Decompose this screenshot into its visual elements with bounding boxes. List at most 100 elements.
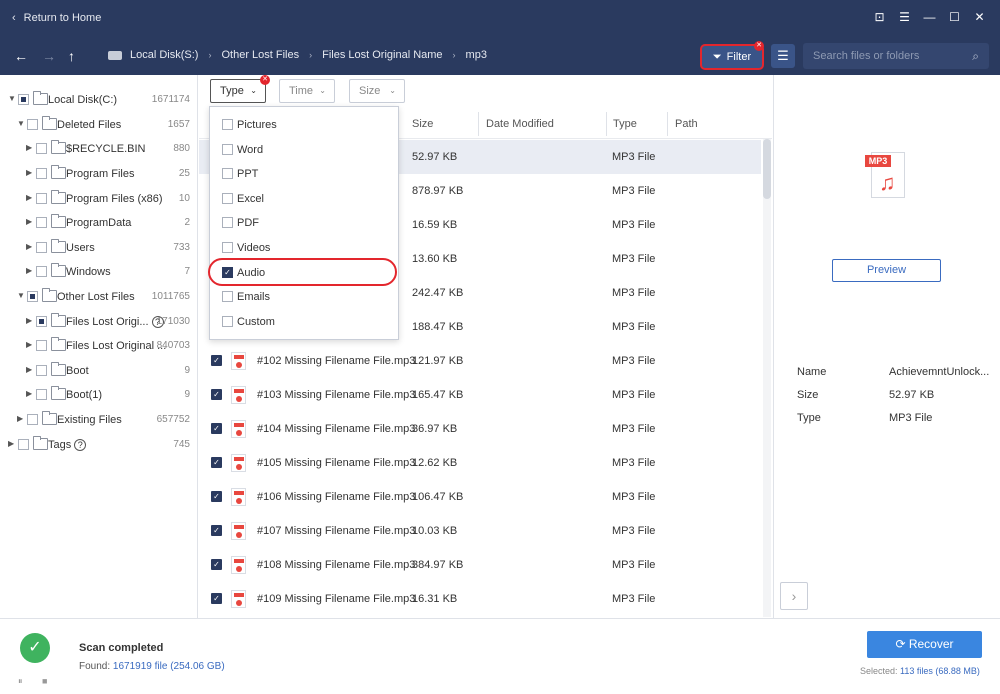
tree-checkbox[interactable] [36, 340, 47, 351]
feedback-icon[interactable]: ⊡ [867, 10, 892, 24]
tree-checkbox[interactable] [36, 217, 47, 228]
back-arrow-icon[interactable]: ← [14, 48, 28, 64]
type-option-emails[interactable]: Emails [210, 285, 398, 309]
expand-right-icon[interactable]: ▶ [17, 414, 23, 423]
tree-item[interactable]: ▶ Existing Files 657752 [0, 410, 198, 430]
tree-checkbox[interactable] [36, 242, 47, 253]
tree-item[interactable]: ▼ Other Lost Files 1011765 [0, 287, 198, 307]
expand-down-icon[interactable]: ▼ [17, 119, 25, 128]
type-option-pictures[interactable]: Pictures [210, 113, 398, 137]
expand-down-icon[interactable]: ▼ [8, 94, 16, 103]
row-checkbox[interactable]: ✓ [211, 559, 222, 570]
option-checkbox[interactable] [222, 291, 233, 303]
type-option-custom[interactable]: Custom [210, 310, 398, 334]
expand-right-icon[interactable]: ▶ [26, 365, 32, 374]
type-option-pdf[interactable]: PDF [210, 211, 398, 235]
table-row[interactable]: ✓ #107 Missing Filename File.mp3 10.03 KB M… [199, 514, 761, 548]
forward-arrow-icon[interactable]: → [42, 48, 56, 64]
option-checkbox[interactable] [222, 192, 233, 204]
tree-item[interactable]: ▶ Windows 7 [0, 262, 198, 282]
row-checkbox[interactable]: ✓ [211, 457, 222, 468]
help-icon[interactable]: ? [74, 439, 87, 451]
breadcrumb-item-mp3[interactable]: mp3 [466, 49, 487, 61]
filter-time-dropdown[interactable]: Time ⌄ [279, 79, 335, 103]
table-row[interactable]: ✓ #106 Missing Filename File.mp3 106.47 KB… [199, 480, 761, 514]
type-option-word[interactable]: Word [210, 138, 398, 162]
option-checkbox[interactable] [222, 242, 233, 253]
row-checkbox[interactable]: ✓ [211, 593, 222, 604]
tree-checkbox[interactable] [36, 168, 47, 179]
expand-right-icon[interactable]: ▶ [8, 439, 14, 448]
tree-item[interactable]: ▼ Deleted Files 1657 [0, 115, 198, 135]
tree-item[interactable]: ▶ Boot(1) 9 [0, 385, 198, 405]
option-checkbox[interactable] [222, 315, 233, 327]
table-row[interactable]: ✓ #102 Missing Filename File.mp3 121.97 KB… [199, 344, 761, 378]
scrollbar[interactable] [763, 139, 771, 617]
filter-clear-icon[interactable]: ✕ [754, 41, 764, 51]
tree-checkbox[interactable] [18, 439, 29, 450]
column-path[interactable]: Path [675, 118, 698, 130]
tree-item[interactable]: ▶ ProgramData 2 [0, 213, 198, 233]
table-row[interactable]: ✓ #103 Missing Filename File.mp3 165.47 KB… [199, 378, 761, 412]
type-option-videos[interactable]: Videos [210, 236, 398, 260]
expand-right-icon[interactable]: ▶ [26, 168, 32, 177]
tree-item[interactable]: ▶ $RECYCLE.BIN 880 [0, 139, 198, 159]
close-button[interactable]: ✕ [967, 10, 992, 24]
filter-type-dropdown[interactable]: Type ⌄ ✕ [210, 75, 270, 103]
row-checkbox[interactable]: ✓ [211, 389, 222, 400]
preview-button[interactable]: Preview [832, 259, 941, 282]
expand-down-icon[interactable]: ▼ [17, 291, 25, 300]
expand-right-icon[interactable]: ▶ [26, 340, 32, 349]
tree-item[interactable]: ▶ Program Files 25 [0, 164, 198, 184]
return-home-link[interactable]: ‹ Return to Home [12, 12, 101, 24]
tree-item[interactable]: ▶ Boot 9 [0, 361, 198, 381]
minimize-button[interactable]: — [917, 10, 942, 24]
row-checkbox[interactable]: ✓ [211, 491, 222, 502]
tree-item[interactable]: ▼ Local Disk(C:) 1671174 [0, 90, 198, 110]
expand-right-icon[interactable]: ▶ [26, 193, 32, 202]
tree-checkbox[interactable] [36, 266, 47, 277]
tree-item[interactable]: ▶ Tags? 745 [0, 435, 198, 455]
next-preview-button[interactable]: › [780, 582, 808, 610]
type-option-excel[interactable]: Excel [210, 187, 398, 211]
up-arrow-icon[interactable]: ↑ [68, 48, 75, 64]
maximize-button[interactable]: ☐ [942, 10, 967, 24]
tree-item[interactable]: ▶ Users 733 [0, 238, 198, 258]
tree-checkbox[interactable] [18, 94, 29, 105]
list-view-button[interactable]: ☰ [771, 44, 795, 68]
expand-right-icon[interactable]: ▶ [26, 143, 32, 152]
expand-right-icon[interactable]: ▶ [26, 389, 32, 398]
recover-button[interactable]: ⟳ Recover [867, 631, 982, 658]
pause-icon[interactable]: ⏸ [18, 676, 23, 687]
expand-right-icon[interactable]: ▶ [26, 316, 32, 325]
column-size[interactable]: Size [412, 118, 433, 130]
stop-icon[interactable]: ■ [42, 676, 47, 686]
tree-checkbox[interactable] [27, 119, 38, 130]
search-icon[interactable]: ⌕ [972, 43, 979, 69]
clear-type-filter-icon[interactable]: ✕ [260, 75, 270, 85]
table-row[interactable]: ✓ #108 Missing Filename File.mp3 384.97 KB… [199, 548, 761, 582]
tree-checkbox[interactable] [27, 414, 38, 425]
column-date-modified[interactable]: Date Modified [486, 118, 554, 130]
filter-size-dropdown[interactable]: Size ⌄ [349, 79, 405, 103]
tree-item[interactable]: ▶ Files Lost Original ... 840703 [0, 336, 198, 356]
search-input[interactable]: Search files or folders ⌕ [803, 43, 989, 69]
table-row[interactable]: ✓ #109 Missing Filename File.mp3 16.31 KB M… [199, 582, 761, 616]
expand-right-icon[interactable]: ▶ [26, 266, 32, 275]
tree-checkbox[interactable] [27, 291, 38, 302]
option-checkbox[interactable] [222, 217, 233, 229]
row-checkbox[interactable]: ✓ [211, 355, 222, 366]
tree-checkbox[interactable] [36, 316, 47, 327]
row-checkbox[interactable]: ✓ [211, 423, 222, 434]
option-checkbox[interactable] [222, 143, 233, 155]
tree-checkbox[interactable] [36, 143, 47, 154]
breadcrumb-item-other-lost[interactable]: Other Lost Files [221, 49, 299, 61]
expand-right-icon[interactable]: ▶ [26, 217, 32, 226]
table-row[interactable]: ✓ #104 Missing Filename File.mp3 36.97 KB M… [199, 412, 761, 446]
breadcrumb-item-disk[interactable]: Local Disk(S:) [130, 49, 198, 61]
tree-item[interactable]: ▶ Files Lost Origi...? 171030 [0, 312, 198, 332]
tree-item[interactable]: ▶ Program Files (x86) 10 [0, 189, 198, 209]
tree-checkbox[interactable] [36, 389, 47, 400]
table-row[interactable]: ✓ #105 Missing Filename File.mp3 12.62 KB M… [199, 446, 761, 480]
menu-icon[interactable]: ☰ [892, 10, 917, 24]
